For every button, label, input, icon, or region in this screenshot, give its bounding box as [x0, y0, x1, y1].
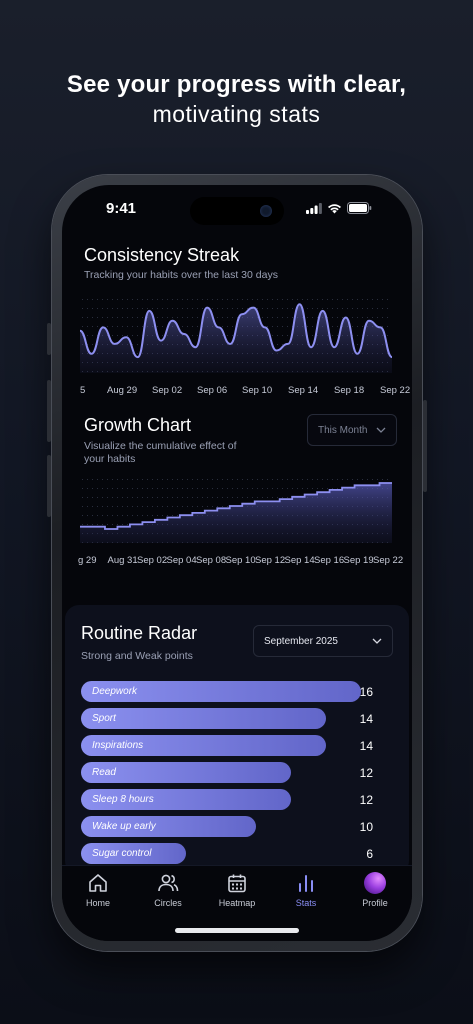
routine-radar-card: Routine Radar Strong and Weak points Sep… [65, 605, 409, 875]
radar-month-value: September 2025 [264, 635, 338, 647]
radar-bar-value: 10 [359, 819, 373, 834]
radar-row: Inspirations 14 [81, 735, 393, 756]
status-time: 9:41 [106, 200, 137, 217]
growth-x-tick: g 29 [78, 555, 97, 566]
growth-x-tick: Sep 08 [196, 555, 227, 566]
mute-switch [47, 323, 51, 355]
radar-row: Wake up early 10 [81, 816, 393, 837]
radar-bar-value: 12 [359, 792, 373, 807]
streak-subtitle: Tracking your habits over the last 30 da… [84, 269, 278, 281]
radar-bar: Sugar control [81, 843, 186, 864]
growth-subtitle: Visualize the cumulative effect of your … [84, 440, 237, 465]
growth-chart [80, 479, 392, 543]
tab-heatmap[interactable]: Heatmap [207, 872, 267, 908]
camera-icon [260, 205, 272, 217]
growth-x-tick: Sep 12 [255, 555, 286, 566]
growth-x-tick: Sep 14 [284, 555, 315, 566]
growth-title: Growth Chart [84, 415, 192, 435]
radar-row: Sleep 8 hours 12 [81, 789, 393, 810]
radar-bar: Sleep 8 hours [81, 789, 291, 810]
radar-row: Deepwork 16 [81, 681, 393, 702]
radar-subtitle: Strong and Weak points [81, 650, 193, 662]
streak-x-tick: Sep 02 [152, 385, 183, 396]
headline-line-2: motivating stats [152, 101, 321, 127]
tab-circles[interactable]: Circles [138, 872, 198, 908]
tab-home[interactable]: Home [68, 872, 128, 908]
radar-row: Sugar control 6 [81, 843, 393, 864]
streak-x-tick: Aug 29 [107, 385, 138, 396]
dynamic-island [190, 197, 284, 225]
growth-x-tick: Sep 02 [137, 555, 168, 566]
wifi-icon [328, 203, 341, 213]
growth-x-tick: Aug 31 [107, 555, 138, 566]
power-button [423, 400, 427, 492]
radar-bar: Wake up early [81, 816, 256, 837]
avatar [364, 872, 386, 894]
radar-bar-label: Wake up early [92, 821, 156, 832]
tab-profile-label: Profile [362, 898, 388, 908]
radar-bar: Deepwork [81, 681, 361, 702]
growth-x-tick: Sep 10 [225, 555, 256, 566]
headline: See your progress with clear, motivating… [0, 70, 473, 128]
radar-title: Routine Radar [81, 623, 198, 643]
radar-bar-value: 6 [366, 846, 373, 861]
radar-bar-label: Sport [92, 713, 116, 724]
volume-down-button [47, 455, 51, 517]
radar-month-dropdown[interactable]: September 2025 [253, 625, 393, 657]
streak-chart [80, 299, 392, 373]
radar-row: Read 12 [81, 762, 393, 783]
growth-period-dropdown[interactable]: This Month [307, 414, 397, 446]
radar-bar-value: 14 [359, 738, 373, 753]
tab-circles-label: Circles [154, 898, 182, 908]
growth-area [80, 483, 392, 543]
calendar-icon [228, 874, 246, 893]
radar-bar: Read [81, 762, 291, 783]
streak-x-tick: Sep 14 [288, 385, 319, 396]
streak-title: Consistency Streak [84, 245, 240, 265]
streak-x-tick: Sep 06 [197, 385, 228, 396]
volume-up-button [47, 380, 51, 442]
growth-period-value: This Month [318, 424, 368, 436]
tab-profile[interactable]: Profile [345, 872, 405, 908]
radar-bar-label: Sugar control [92, 848, 152, 859]
phone-frame: 9:41 Consistency Streak Tracking your ha… [47, 175, 427, 951]
radar-bar-label: Deepwork [92, 686, 138, 697]
streak-area [80, 304, 392, 373]
chevron-down-icon [376, 427, 386, 433]
radar-bar-value: 14 [359, 711, 373, 726]
streak-x-tick: Sep 10 [242, 385, 273, 396]
streak-x-tick: 5 [80, 385, 86, 396]
tab-heatmap-label: Heatmap [218, 898, 256, 908]
chevron-down-icon [372, 638, 382, 644]
radar-bar-label: Inspirations [92, 740, 144, 751]
tab-stats-label: Stats [295, 898, 317, 908]
growth-x-tick: Sep 16 [314, 555, 345, 566]
radar-row: Sport 14 [81, 708, 393, 729]
battery-icon [347, 202, 372, 214]
home-icon [89, 874, 107, 892]
stats-icon [299, 875, 313, 892]
home-indicator [175, 928, 299, 933]
signal-icon [306, 202, 322, 214]
radar-bar-value: 12 [359, 765, 373, 780]
radar-bar: Sport [81, 708, 326, 729]
status-icons [306, 202, 372, 214]
radar-bar-label: Sleep 8 hours [92, 794, 154, 805]
headline-line-1: See your progress with clear, [66, 71, 407, 98]
growth-x-tick: Sep 19 [343, 555, 374, 566]
streak-x-tick: Sep 18 [334, 385, 365, 396]
growth-x-tick: Sep 04 [166, 555, 197, 566]
users-icon [158, 874, 179, 892]
tab-home-label: Home [85, 898, 110, 908]
growth-x-tick: Sep 22 [373, 555, 404, 566]
tab-stats[interactable]: Stats [276, 872, 336, 908]
radar-bar-label: Read [92, 767, 116, 778]
app-screen: 9:41 Consistency Streak Tracking your ha… [62, 185, 412, 941]
streak-x-tick: Sep 22 [380, 385, 411, 396]
radar-bar-value: 16 [359, 684, 373, 699]
radar-bar: Inspirations [81, 735, 326, 756]
